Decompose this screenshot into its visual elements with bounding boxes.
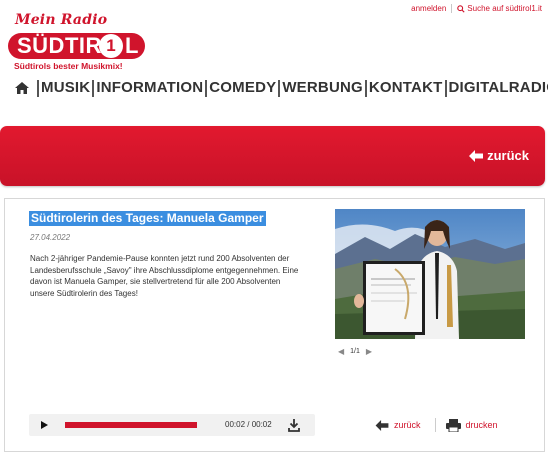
nav-item-kontakt[interactable]: KONTAKT [368, 79, 444, 97]
back-link-label: zurück [394, 420, 421, 430]
search-link-label: Suche auf südtirol1.it [467, 4, 542, 13]
top-links: anmelden Suche auf südtirol1.it [411, 4, 542, 13]
photo-image [335, 209, 525, 339]
banner-back-label: zurück [487, 148, 529, 163]
nav-item-comedy[interactable]: COMEDY [208, 79, 277, 97]
nav-divider [444, 79, 447, 97]
download-icon [288, 419, 300, 432]
print-link[interactable]: drucken [445, 418, 498, 432]
logo-tail: L [125, 33, 139, 58]
home-icon [15, 82, 29, 94]
home-button[interactable] [12, 79, 32, 97]
site-search-link[interactable]: Suche auf südtirol1.it [457, 4, 542, 13]
article-date: 27.04.2022 [30, 233, 71, 242]
nav-divider [278, 79, 281, 97]
audio-player: 00:02 / 00:02 [29, 414, 315, 436]
logo-number: 1 [99, 34, 123, 58]
nav-divider [205, 79, 208, 97]
nav-item-musik[interactable]: MUSIK [40, 79, 91, 97]
site-logo[interactable]: Mein Radio SÜDTIR 1 L Südtirols bester M… [8, 11, 148, 73]
back-link[interactable]: zurück [375, 419, 421, 431]
divider [451, 4, 453, 13]
nav-item-werbung[interactable]: WERBUNG [281, 79, 364, 97]
logo-brand: SÜDTIR [17, 33, 102, 58]
main-nav: MUSIK INFORMATION COMEDY WERBUNG KONTAKT… [12, 78, 548, 98]
article-card: Südtirolerin des Tages: Manuela Gamper 2… [4, 198, 545, 452]
printer-icon [445, 418, 461, 432]
logo-tagline: Südtirols bester Musikmix! [14, 61, 123, 71]
audio-time: 00:02 / 00:02 [225, 420, 272, 429]
arrow-left-icon [375, 419, 389, 431]
gallery-pager: ◀ 1/1 ▶ [338, 347, 372, 356]
nav-divider [92, 79, 95, 97]
play-button[interactable] [33, 414, 55, 436]
nav-divider [37, 79, 39, 97]
gallery-prev-icon[interactable]: ◀ [338, 347, 344, 356]
print-link-label: drucken [465, 420, 498, 430]
login-link[interactable]: anmelden [411, 4, 446, 13]
article-body: Nach 2-jähriger Pandemie-Pause konnten j… [30, 254, 299, 298]
nav-item-information[interactable]: INFORMATION [95, 79, 204, 97]
nav-item-digitalradio[interactable]: DIGITALRADIO [448, 79, 548, 97]
article-photo[interactable] [335, 209, 525, 339]
article-title: Südtirolerin des Tages: Manuela Gamper [29, 211, 266, 226]
search-icon [457, 4, 465, 13]
nav-divider [364, 79, 367, 97]
arrow-left-icon [469, 149, 484, 162]
article-actions: zurück drucken [375, 418, 498, 432]
play-icon [41, 421, 48, 429]
gallery-counter: 1/1 [350, 348, 360, 355]
banner-back-button[interactable]: zurück [469, 148, 529, 163]
page: anmelden Suche auf südtirol1.it Mein Rad… [0, 0, 548, 458]
audio-progress-bar[interactable] [65, 422, 197, 428]
divider [434, 418, 436, 432]
section-banner: zurück [0, 126, 545, 186]
logo-slogan-top: Mein Radio [15, 12, 108, 28]
download-button[interactable] [286, 417, 302, 433]
gallery-next-icon[interactable]: ▶ [366, 347, 372, 356]
